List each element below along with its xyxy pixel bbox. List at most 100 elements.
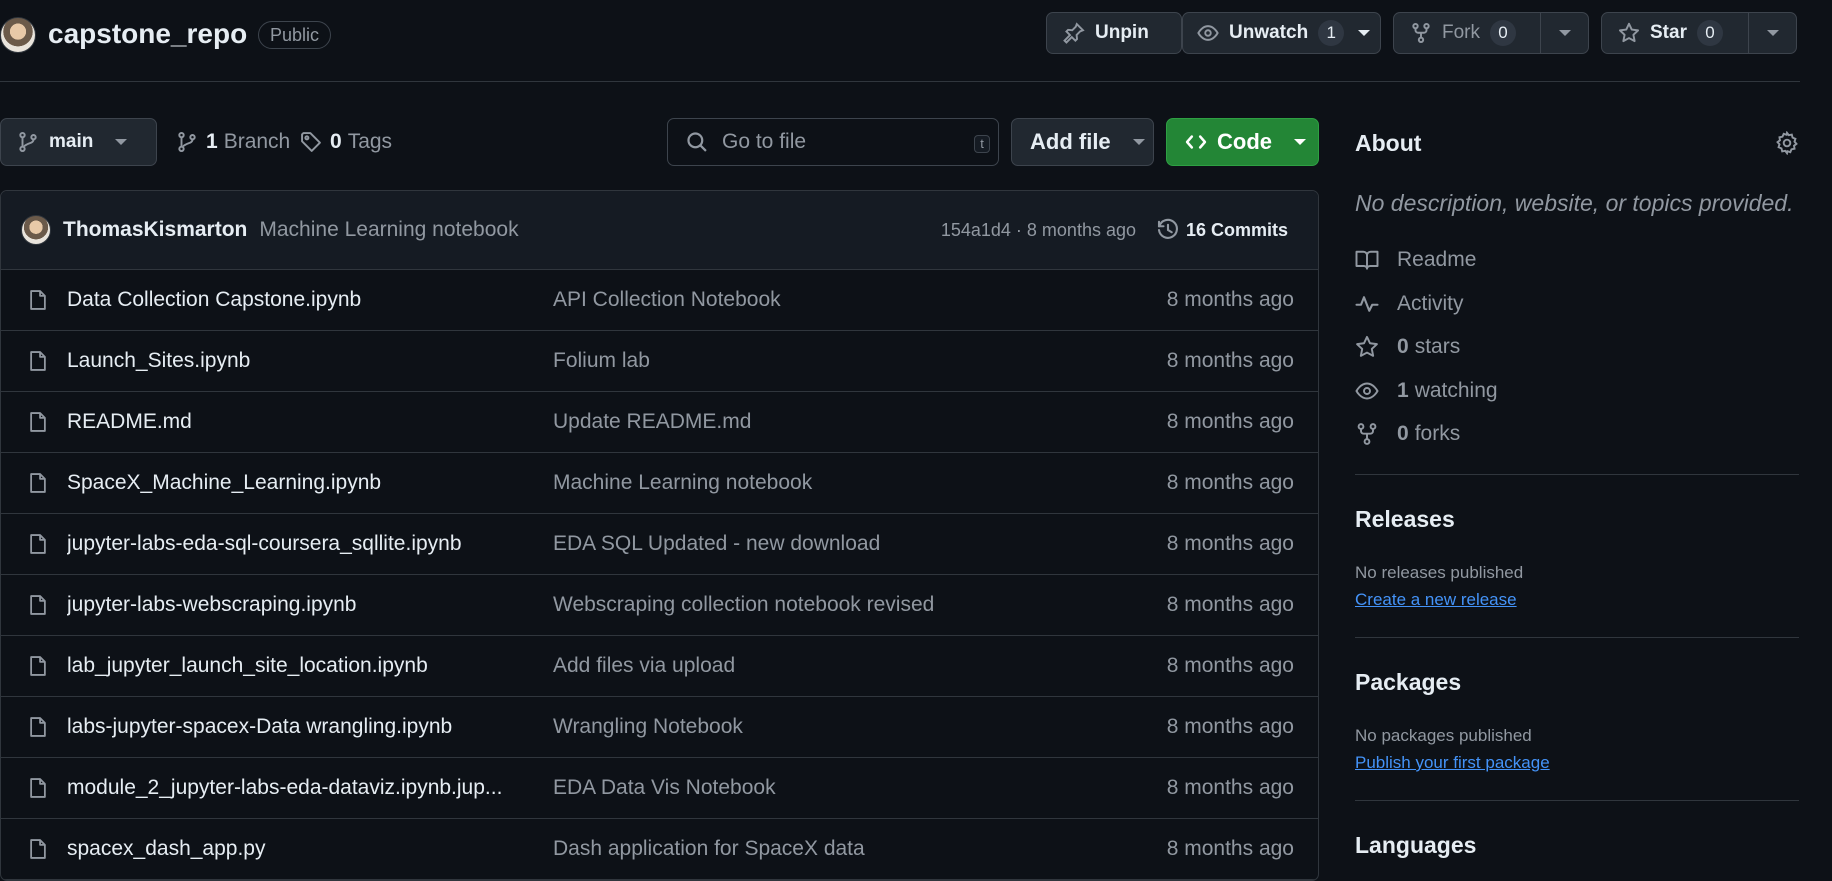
tag-label: Tags	[347, 130, 393, 153]
file-browser: ThomasKismarton Machine Learning noteboo…	[0, 190, 1319, 881]
fork-button[interactable]: Fork 0	[1393, 12, 1589, 54]
file-icon	[27, 777, 49, 799]
forks-link[interactable]: 0 forks	[1355, 422, 1460, 446]
file-name-link[interactable]: lab_jupyter_launch_site_location.ipynb	[67, 654, 555, 678]
file-name-link[interactable]: SpaceX_Machine_Learning.ipynb	[67, 471, 555, 495]
author-avatar[interactable]	[21, 215, 51, 245]
chevron-down-icon	[115, 139, 128, 145]
file-commit-message[interactable]: EDA Data Vis Notebook	[553, 776, 776, 800]
branch-selector[interactable]: main	[0, 118, 157, 166]
file-commit-message[interactable]: Add files via upload	[553, 654, 735, 678]
star-icon	[1618, 22, 1640, 44]
chevron-down-icon	[1132, 139, 1145, 145]
file-name-link[interactable]: spacex_dash_app.py	[67, 837, 555, 861]
file-row[interactable]: lab_jupyter_launch_site_location.ipynb Ad…	[1, 636, 1318, 697]
file-name-link[interactable]: jupyter-labs-webscraping.ipynb	[67, 593, 555, 617]
file-row[interactable]: Launch_Sites.ipynb Folium lab 8 months ago	[1, 331, 1318, 392]
file-name-link[interactable]: Launch_Sites.ipynb	[67, 349, 555, 373]
eye-icon	[1197, 22, 1219, 44]
branch-icon	[17, 131, 39, 153]
code-button[interactable]: Code	[1166, 118, 1319, 166]
search-icon	[686, 131, 708, 153]
eye-icon	[1355, 379, 1379, 403]
file-commit-date: 8 months ago	[1166, 715, 1294, 738]
gear-icon[interactable]	[1775, 131, 1799, 155]
about-heading: About	[1355, 130, 1422, 156]
latest-commit-bar: ThomasKismarton Machine Learning noteboo…	[1, 191, 1318, 270]
branch-label: Branch	[223, 130, 291, 153]
fork-dropdown[interactable]	[1540, 13, 1588, 53]
releases-note: No releases published	[1355, 563, 1524, 582]
star-button[interactable]: Star 0	[1601, 12, 1797, 54]
publish-package-link[interactable]: Publish your first package	[1355, 753, 1550, 773]
star-counter: 0	[1696, 20, 1723, 46]
commits-history-link[interactable]: 16 Commits	[1156, 218, 1288, 242]
create-release-link[interactable]: Create a new release	[1355, 590, 1517, 610]
readme-link[interactable]: Readme	[1355, 248, 1476, 272]
file-commit-message[interactable]: EDA SQL Updated - new download	[553, 532, 880, 556]
file-row[interactable]: README.md Update README.md 8 months ago	[1, 392, 1318, 453]
file-icon	[27, 350, 49, 372]
forks-label: forks	[1414, 422, 1461, 445]
commit-message[interactable]: Machine Learning notebook	[259, 218, 518, 242]
file-row[interactable]: jupyter-labs-eda-sql-coursera_sqllite.ip…	[1, 514, 1318, 575]
file-commit-message[interactable]: Dash application for SpaceX data	[553, 837, 865, 861]
fork-icon	[1410, 22, 1432, 44]
branch-icon	[176, 131, 198, 153]
file-icon	[27, 716, 49, 738]
file-name-link[interactable]: labs-jupyter-spacex-Data wrangling.ipynb	[67, 715, 555, 739]
branch-name: main	[49, 131, 94, 152]
unpin-button[interactable]: Unpin	[1046, 12, 1182, 54]
history-icon	[1156, 218, 1180, 242]
file-commit-message[interactable]: Update README.md	[553, 410, 751, 434]
add-file-button[interactable]: Add file	[1011, 118, 1154, 166]
packages-heading[interactable]: Packages	[1355, 669, 1461, 696]
repo-name[interactable]: capstone_repo	[48, 18, 247, 50]
fork-label: Fork	[1442, 22, 1480, 43]
fork-counter: 0	[1490, 20, 1516, 46]
visibility-badge: Public	[258, 21, 332, 49]
pulse-icon	[1355, 292, 1379, 316]
file-icon	[27, 411, 49, 433]
owner-avatar[interactable]	[0, 17, 36, 53]
readme-label: Readme	[1397, 248, 1477, 271]
file-commit-date: 8 months ago	[1166, 349, 1294, 372]
file-row[interactable]: module_2_jupyter-labs-eda-dataviz.ipynb.…	[1, 758, 1318, 819]
pin-icon	[1063, 22, 1085, 44]
file-name-link[interactable]: module_2_jupyter-labs-eda-dataviz.ipynb.…	[67, 776, 555, 800]
file-commit-message[interactable]: Webscraping collection notebook revised	[553, 593, 934, 617]
file-commit-message[interactable]: Machine Learning notebook	[553, 471, 812, 495]
file-row[interactable]: labs-jupyter-spacex-Data wrangling.ipynb…	[1, 697, 1318, 758]
sidebar-divider	[1355, 474, 1799, 475]
search-input[interactable]	[722, 130, 962, 154]
file-commit-message[interactable]: Folium lab	[553, 349, 650, 373]
releases-heading[interactable]: Releases	[1355, 506, 1455, 533]
commit-hash-time[interactable]: 154a1d4 · 8 months ago	[941, 220, 1136, 241]
commits-count-label: 16 Commits	[1185, 219, 1288, 240]
file-name-link[interactable]: jupyter-labs-eda-sql-coursera_sqllite.ip…	[67, 532, 555, 556]
file-icon	[27, 655, 49, 677]
file-row[interactable]: SpaceX_Machine_Learning.ipynb Machine Lea…	[1, 453, 1318, 514]
commit-author[interactable]: ThomasKismarton	[63, 218, 247, 242]
unwatch-button[interactable]: Unwatch 1	[1182, 12, 1381, 54]
code-icon	[1185, 131, 1207, 153]
tags-link[interactable]: 0 Tags	[300, 130, 392, 154]
file-name-link[interactable]: Data Collection Capstone.ipynb	[67, 288, 555, 312]
branches-link[interactable]: 1 Branch	[176, 130, 290, 154]
go-to-file-search[interactable]: t	[667, 118, 999, 166]
file-name-link[interactable]: README.md	[67, 410, 555, 434]
file-row[interactable]: jupyter-labs-webscraping.ipynb Webscrapin…	[1, 575, 1318, 636]
chevron-down-icon	[1558, 30, 1571, 36]
shortcut-key-hint: t	[974, 135, 990, 153]
forks-count: 0	[1397, 422, 1409, 445]
code-label: Code	[1217, 129, 1272, 154]
file-commit-message[interactable]: API Collection Notebook	[553, 288, 781, 312]
file-row[interactable]: spacex_dash_app.py Dash application for S…	[1, 819, 1318, 880]
watching-link[interactable]: 1 watching	[1355, 379, 1498, 403]
star-dropdown[interactable]	[1748, 13, 1796, 53]
file-commit-message[interactable]: Wrangling Notebook	[553, 715, 743, 739]
activity-link[interactable]: Activity	[1355, 292, 1464, 316]
file-row[interactable]: Data Collection Capstone.ipynb API Collec…	[1, 270, 1318, 331]
stars-link[interactable]: 0 stars	[1355, 335, 1460, 359]
fork-icon	[1355, 422, 1379, 446]
